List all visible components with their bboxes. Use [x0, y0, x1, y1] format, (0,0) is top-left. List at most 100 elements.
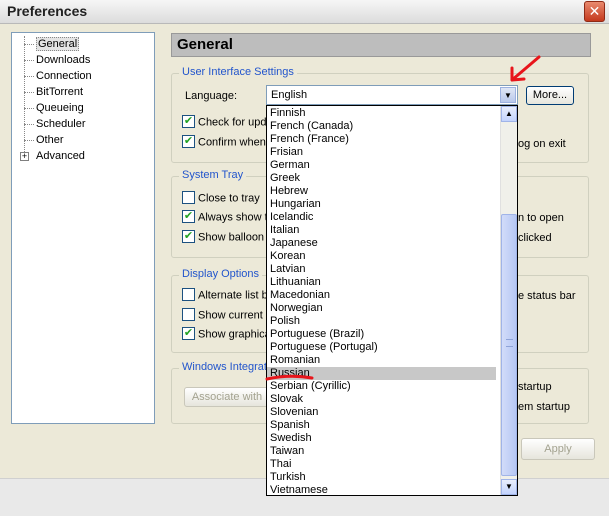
tree-connector [24, 44, 34, 45]
language-option[interactable]: Turkish [270, 471, 306, 484]
scrollbar-thumb[interactable] [501, 214, 517, 476]
log-on-exit-label: og on exit [518, 138, 566, 150]
tree-connector [24, 76, 34, 77]
language-option[interactable]: Macedonian [270, 289, 330, 302]
tree-connector [24, 92, 34, 93]
tree-connector [24, 60, 34, 61]
language-option[interactable]: Romanian [270, 354, 320, 367]
expand-plus-icon[interactable]: + [20, 152, 29, 161]
page-title: General [171, 33, 591, 57]
show-balloon-label: Show balloon n [198, 231, 274, 244]
windows-integration-label: Windows Integrat [179, 361, 270, 373]
language-option[interactable]: Slovenian [270, 406, 318, 419]
checkmark-icon: ✔ [182, 327, 195, 340]
close-button[interactable]: ✕ [584, 1, 605, 22]
language-option[interactable]: Taiwan [270, 445, 304, 458]
tree-item-other[interactable]: Other [12, 132, 154, 148]
display-right-text-1: e status bar [518, 290, 576, 302]
scroll-up-icon[interactable]: ▲ [501, 106, 517, 122]
check-updates-checkbox[interactable]: ✔ Check for upda [182, 115, 273, 129]
checkbox-empty-icon [182, 308, 195, 321]
language-option[interactable]: German [270, 159, 310, 172]
language-option[interactable]: Vietnamese [270, 484, 328, 497]
tree-item-label: Advanced [36, 150, 85, 162]
language-option[interactable]: Spanish [270, 419, 310, 432]
confirm-when-checkbox[interactable]: ✔ Confirm when [182, 135, 266, 149]
associate-button[interactable]: Associate with [184, 387, 270, 407]
language-option[interactable]: Norwegian [270, 302, 323, 315]
language-option[interactable]: Hebrew [270, 185, 308, 198]
language-option[interactable]: Finnish [270, 107, 305, 120]
language-option[interactable]: French (France) [270, 133, 349, 146]
show-current-label: Show current s [198, 309, 272, 322]
checkbox-empty-icon [182, 288, 195, 301]
window-title: Preferences [7, 3, 88, 19]
language-option[interactable]: Polish [270, 315, 300, 328]
language-option[interactable]: Portuguese (Portugal) [270, 341, 378, 354]
scroll-down-icon[interactable]: ▼ [501, 479, 517, 495]
language-dropdown-list: Finnish French (Canada) French (France) Fri… [266, 105, 518, 496]
language-option[interactable]: Frisian [270, 146, 303, 159]
checkmark-icon: ✔ [182, 135, 195, 148]
always-show-label: Always show t [198, 211, 268, 224]
tree-item-label: Other [36, 134, 64, 146]
tree-item-label: General [36, 37, 80, 51]
more-languages-button[interactable]: More... [526, 86, 574, 105]
close-to-tray-label: Close to tray [198, 192, 260, 205]
check-updates-label: Check for upda [198, 116, 273, 129]
show-graphical-label: Show graphica [198, 328, 271, 341]
tree-item-label: Queueing [36, 102, 84, 114]
language-select-value: English [271, 89, 308, 101]
alternate-list-label: Alternate list b [198, 289, 268, 302]
language-option[interactable]: Russian [267, 367, 496, 380]
language-option[interactable]: Serbian (Cyrillic) [270, 380, 351, 393]
tree-item-general[interactable]: General [12, 36, 154, 52]
tree-item-label: Downloads [36, 54, 91, 66]
display-options-label: Display Options [179, 268, 263, 280]
close-to-tray-checkbox[interactable]: Close to tray [182, 191, 260, 205]
language-option[interactable]: Portuguese (Brazil) [270, 328, 364, 341]
confirm-when-label: Confirm when [198, 136, 266, 149]
chevron-down-icon[interactable]: ▼ [500, 87, 516, 103]
alternate-list-checkbox[interactable]: Alternate list b [182, 288, 268, 302]
tree-connector [24, 124, 34, 125]
show-current-checkbox[interactable]: Show current s [182, 308, 272, 322]
checkbox-empty-icon [182, 191, 195, 204]
integration-right-text-1: startup [518, 381, 552, 393]
system-tray-label: System Tray [179, 169, 247, 181]
tree-connector [24, 108, 34, 109]
tree-item-connection[interactable]: Connection [12, 68, 154, 84]
show-graphical-checkbox[interactable]: ✔ Show graphica [182, 327, 271, 341]
preferences-tree: General Downloads Connection BitTorrent Queu… [11, 32, 155, 424]
language-option[interactable]: Hungarian [270, 198, 321, 211]
tree-item-downloads[interactable]: Downloads [12, 52, 154, 68]
always-show-checkbox[interactable]: ✔ Always show t [182, 210, 268, 224]
language-label: Language: [185, 90, 237, 102]
checkmark-icon: ✔ [182, 115, 195, 128]
dropdown-scrollbar[interactable]: ▲ ▼ [500, 106, 517, 495]
language-option[interactable]: Thai [270, 458, 291, 471]
language-option[interactable]: Icelandic [270, 211, 313, 224]
tree-item-label: BitTorrent [36, 86, 84, 98]
scroll-grip-icon [506, 339, 513, 347]
language-option[interactable]: Lithuanian [270, 276, 321, 289]
language-option[interactable]: Korean [270, 250, 305, 263]
language-option[interactable]: French (Canada) [270, 120, 353, 133]
language-option[interactable]: Latvian [270, 263, 305, 276]
apply-button[interactable]: Apply [521, 438, 595, 460]
tree-item-bittorrent[interactable]: BitTorrent [12, 84, 154, 100]
language-option[interactable]: Italian [270, 224, 299, 237]
language-option[interactable]: Greek [270, 172, 300, 185]
language-option[interactable]: Japanese [270, 237, 318, 250]
language-select[interactable]: English ▼ [266, 85, 518, 105]
tree-item-label: Scheduler [36, 118, 86, 130]
show-balloon-checkbox[interactable]: ✔ Show balloon n [182, 230, 274, 244]
language-option[interactable]: Swedish [270, 432, 312, 445]
tree-item-label: Connection [36, 70, 92, 82]
tree-connector [24, 140, 34, 141]
tree-item-advanced[interactable]: + Advanced [12, 148, 154, 164]
ui-settings-label: User Interface Settings [179, 66, 297, 78]
tree-item-scheduler[interactable]: Scheduler [12, 116, 154, 132]
tree-item-queueing[interactable]: Queueing [12, 100, 154, 116]
language-option[interactable]: Slovak [270, 393, 303, 406]
